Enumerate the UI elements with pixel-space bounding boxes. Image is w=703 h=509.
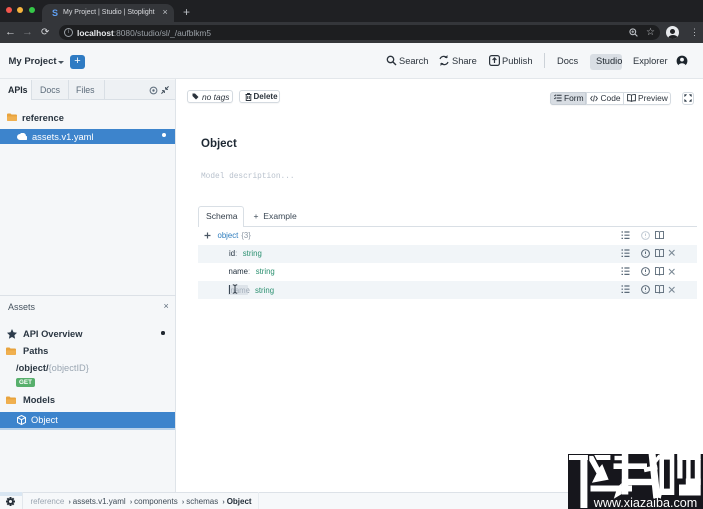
svg-text:www.xiazaiba.com: www.xiazaiba.com <box>592 496 696 509</box>
